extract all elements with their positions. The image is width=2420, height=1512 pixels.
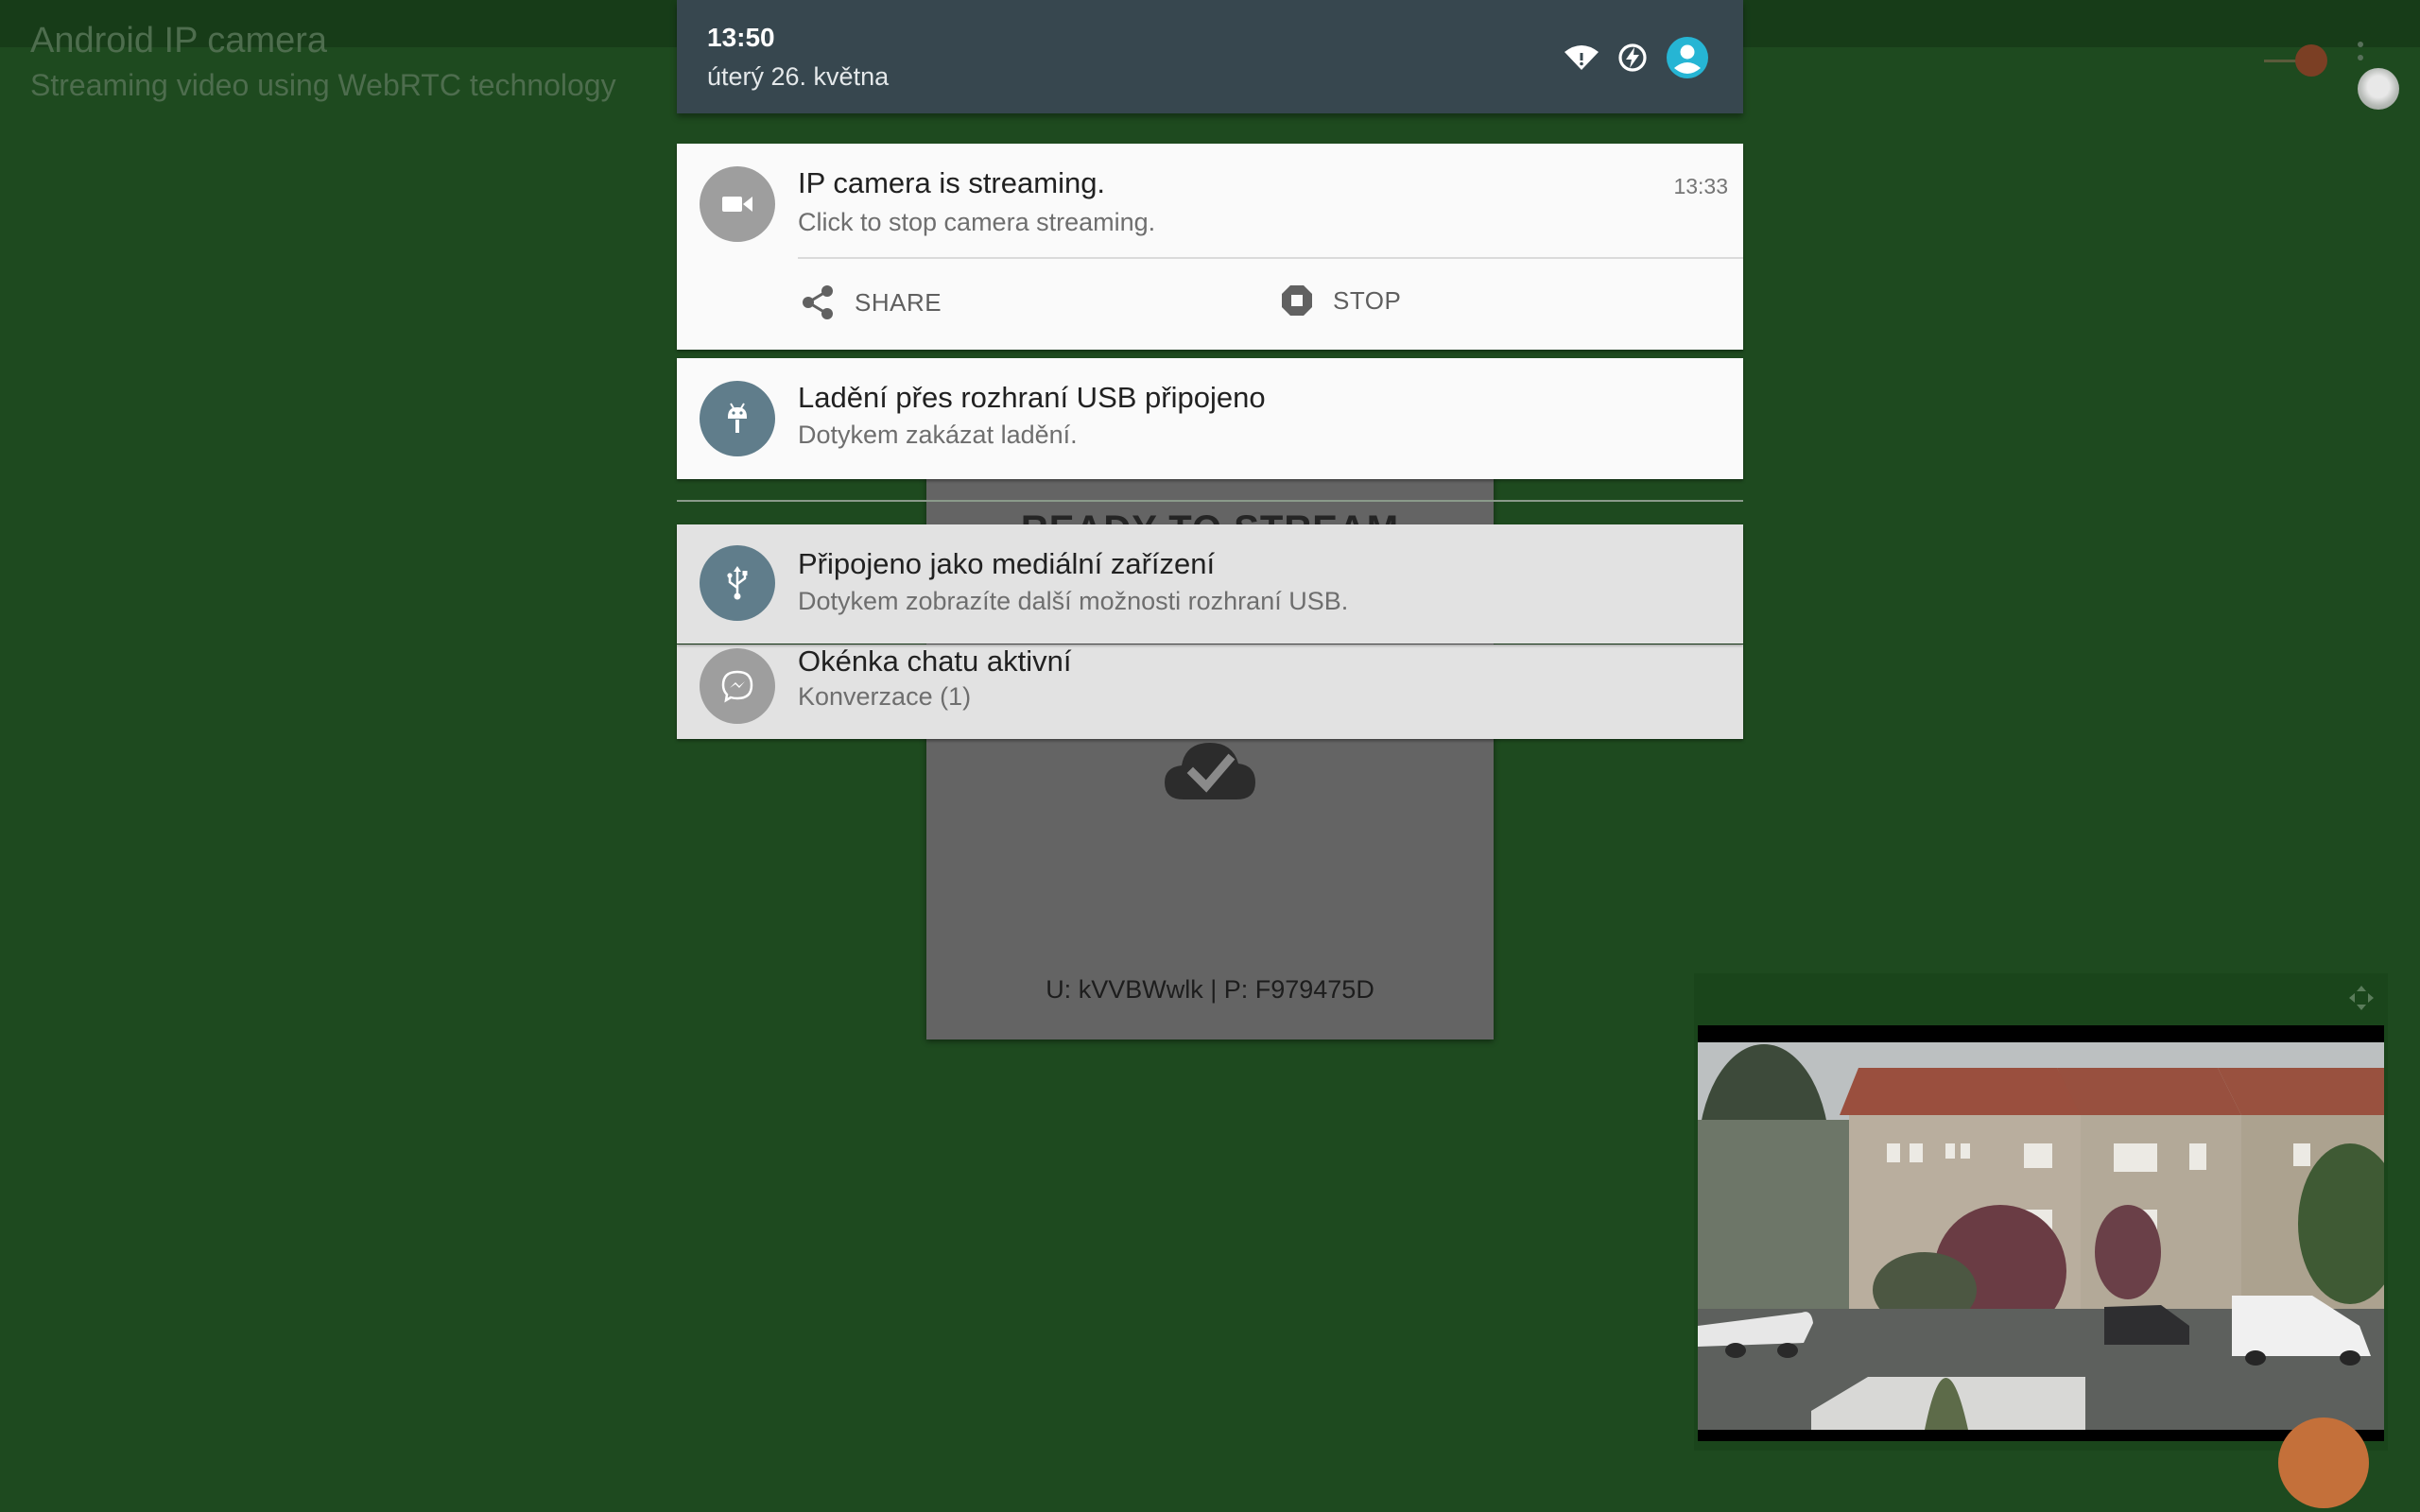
notification-group-divider bbox=[677, 500, 1743, 502]
app-title: Android IP camera bbox=[30, 21, 328, 60]
notification-text: Dotykem zobrazíte další možnosti rozhran… bbox=[798, 587, 1349, 615]
notification-usb-debugging[interactable]: Ladění přes rozhraní USB připojeno Dotyk… bbox=[677, 358, 1743, 479]
notification-title: Připojeno jako mediální zařízení bbox=[798, 547, 1216, 580]
stop-action-button[interactable]: STOP bbox=[1280, 284, 1401, 318]
record-fab-button[interactable] bbox=[2278, 1418, 2369, 1508]
status-icons bbox=[1564, 36, 1709, 79]
status-time: 13:50 bbox=[707, 23, 775, 52]
notification-title: Ladění přes rozhraní USB připojeno bbox=[798, 381, 1266, 414]
notification-icon bbox=[700, 166, 775, 242]
stream-credentials: U: kVVBWwlk | P: F979475D bbox=[1046, 975, 1374, 1004]
notification-time: 13:33 bbox=[1673, 174, 1728, 198]
camera-preview-window[interactable] bbox=[1694, 973, 2388, 1451]
notification-icon bbox=[700, 381, 775, 456]
overflow-menu-icon[interactable] bbox=[2358, 42, 2367, 68]
notification-ip-camera[interactable]: IP camera is streaming. Click to stop ca… bbox=[677, 144, 1743, 350]
notification-text: Click to stop camera streaming. bbox=[798, 208, 1156, 236]
notification-icon bbox=[700, 648, 775, 724]
stop-icon bbox=[1282, 285, 1312, 316]
status-date[interactable]: úterý 26. května bbox=[707, 62, 889, 92]
notification-divider bbox=[798, 257, 1743, 259]
notification-text: Konverzace (1) bbox=[798, 682, 972, 711]
quick-settings-header[interactable]: 13:50 úterý 26. května bbox=[677, 0, 1743, 113]
wifi-icon bbox=[1564, 45, 1599, 70]
app-slider-knob[interactable] bbox=[2295, 44, 2327, 77]
data-saver-icon bbox=[1618, 43, 1647, 72]
cloud-check-icon bbox=[1165, 743, 1255, 799]
notification-chat-heads[interactable]: Okénka chatu aktivní Konverzace (1) bbox=[677, 644, 1743, 739]
android-debug-icon bbox=[728, 403, 747, 433]
usb-icon bbox=[727, 566, 748, 600]
share-icon bbox=[803, 285, 833, 319]
stop-action-label: STOP bbox=[1333, 285, 1402, 315]
move-handle-icon[interactable] bbox=[2348, 985, 2375, 1011]
videocam-icon bbox=[722, 197, 752, 212]
user-account-icon[interactable] bbox=[1666, 36, 1709, 79]
app-toggle-button[interactable] bbox=[2358, 68, 2399, 110]
notification-title: Okénka chatu aktivní bbox=[798, 644, 1072, 678]
messenger-icon bbox=[721, 670, 753, 703]
notification-icon bbox=[700, 545, 775, 621]
camera-preview-image bbox=[1698, 1025, 2384, 1441]
notification-usb-media[interactable]: Připojeno jako mediální zařízení Dotykem… bbox=[677, 524, 1743, 644]
notification-title: IP camera is streaming. bbox=[798, 166, 1106, 199]
app-subtitle: Streaming video using WebRTC technology bbox=[30, 68, 616, 102]
share-action-label: SHARE bbox=[855, 287, 942, 317]
share-action-button[interactable]: SHARE bbox=[800, 284, 942, 321]
notification-text: Dotykem zakázat ladění. bbox=[798, 421, 1078, 449]
camera-preview-video bbox=[1698, 1025, 2384, 1441]
